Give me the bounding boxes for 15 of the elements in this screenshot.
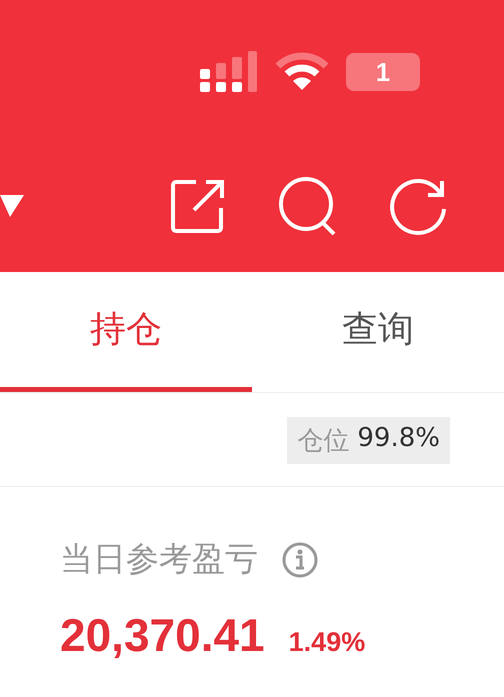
search-icon[interactable] xyxy=(278,176,338,236)
refresh-icon[interactable] xyxy=(390,177,446,235)
tab[interactable]: 查询 xyxy=(252,272,504,392)
position-value: 99.8% xyxy=(357,423,440,455)
wifi-icon xyxy=(276,52,328,92)
position-label: 仓位 xyxy=(297,425,350,458)
pnl-value: 20,370.41 xyxy=(60,608,265,662)
pnl-label: 当日参考盈亏 xyxy=(60,538,258,580)
pnl-percent: 1.49% xyxy=(288,627,366,658)
signal-icon xyxy=(200,51,258,93)
battery-indicator: 1 xyxy=(346,53,420,91)
info-icon[interactable] xyxy=(282,542,318,578)
tab[interactable]: 持仓 xyxy=(0,272,252,392)
dropdown-triangle-icon[interactable] xyxy=(0,195,24,217)
share-icon[interactable] xyxy=(170,178,226,234)
